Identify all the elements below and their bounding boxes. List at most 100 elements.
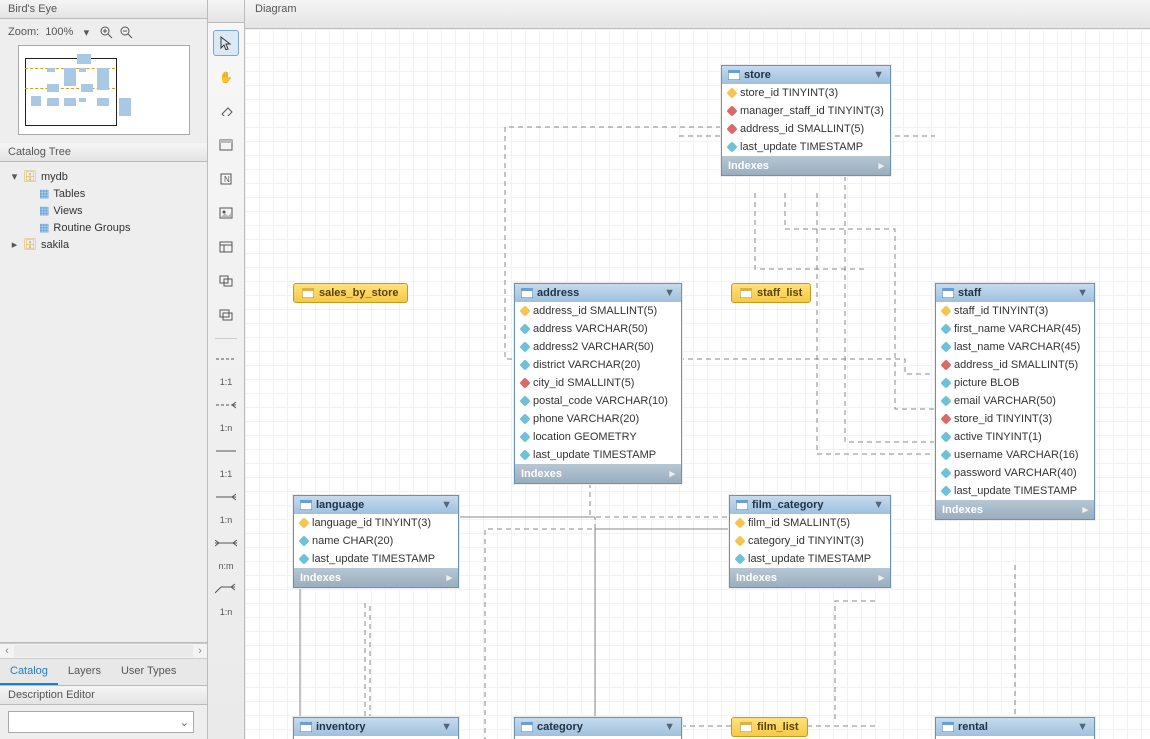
scroll-right-icon[interactable]: › [193, 644, 207, 658]
tool-eraser[interactable] [213, 98, 239, 124]
tool-image[interactable] [213, 200, 239, 226]
view-icon [740, 288, 752, 298]
folder-icon: ▦ [39, 221, 49, 234]
column: name CHAR(20) [312, 535, 393, 547]
zoom-value[interactable]: 100% [45, 26, 73, 38]
tool-rel-1-1-nonid[interactable] [213, 349, 239, 369]
column: picture BLOB [954, 377, 1019, 389]
table-icon [521, 722, 533, 732]
table-icon [942, 722, 954, 732]
tree-hscroll[interactable]: ‹ › [0, 643, 207, 658]
column: store_id TINYINT(3) [740, 87, 838, 99]
tree-item-routine-groups[interactable]: Routine Groups [53, 222, 130, 234]
entity-film-category[interactable]: film_category▼ film_id SMALLINT(5) categ… [729, 495, 891, 588]
tree-twisty-icon[interactable]: ▾ [10, 170, 19, 183]
column: address VARCHAR(50) [533, 323, 648, 335]
indexes-label[interactable]: Indexes [300, 572, 341, 584]
entity-inventory[interactable]: inventory▼ inventory_id MEDIUMINT(8) [293, 717, 459, 739]
column: phone VARCHAR(20) [533, 413, 639, 425]
svg-text:N: N [224, 175, 230, 184]
view-label: sales_by_store [319, 287, 399, 299]
view-icon [302, 288, 314, 298]
tool-hand[interactable]: ✋ [213, 64, 239, 90]
column: last_name VARCHAR(45) [954, 341, 1080, 353]
tree-db-sakila[interactable]: sakila [41, 239, 69, 251]
rel-label: n:m [218, 561, 233, 571]
col-icon [726, 141, 737, 152]
table-icon [728, 70, 740, 80]
collapse-icon[interactable]: ▼ [664, 287, 675, 299]
table-icon [521, 288, 533, 298]
tree-db-mydb[interactable]: mydb [41, 171, 68, 183]
scroll-left-icon[interactable]: ‹ [0, 644, 14, 658]
tool-table[interactable] [213, 234, 239, 260]
column: last_update TIMESTAMP [312, 553, 435, 565]
column: staff_id TINYINT(3) [954, 305, 1048, 317]
collapse-icon[interactable]: ▼ [873, 69, 884, 81]
tool-routine-group[interactable] [213, 302, 239, 328]
description-header: Description Editor [0, 686, 207, 705]
tab-user-types[interactable]: User Types [111, 659, 186, 685]
entity-staff[interactable]: staff▼ staff_id TINYINT(3) first_name VA… [935, 283, 1095, 520]
overview-minimap[interactable] [18, 45, 190, 135]
view-staff-list[interactable]: staff_list [731, 283, 811, 303]
description-select[interactable]: ⌄ [8, 711, 194, 733]
database-icon: 🗄 [23, 238, 37, 251]
indexes-label[interactable]: Indexes [942, 504, 983, 516]
entity-title: category [537, 721, 583, 733]
diagram-canvas[interactable]: store ▼ store_id TINYINT(3) manager_staff… [245, 29, 1150, 739]
table-icon [942, 288, 954, 298]
column: film_id SMALLINT(5) [748, 517, 850, 529]
tab-catalog[interactable]: Catalog [0, 659, 58, 685]
folder-icon: ▦ [39, 204, 49, 217]
indexes-label[interactable]: Indexes [736, 572, 777, 584]
column: username VARCHAR(16) [954, 449, 1079, 461]
tab-layers[interactable]: Layers [58, 659, 111, 685]
entity-title: address [537, 287, 579, 299]
view-sales-by-store[interactable]: sales_by_store [293, 283, 408, 303]
tool-rel-1-n-nonid[interactable] [213, 395, 239, 415]
column: postal_code VARCHAR(10) [533, 395, 668, 407]
chevron-down-icon: ⌄ [180, 716, 189, 729]
catalog-header: Catalog Tree [0, 143, 207, 162]
tool-layer[interactable] [213, 132, 239, 158]
tool-rel-1-n-id[interactable] [213, 487, 239, 507]
indexes-label[interactable]: Indexes [521, 468, 562, 480]
expand-icon[interactable]: ▸ [878, 159, 884, 172]
entity-title: store [744, 69, 771, 81]
catalog-tree[interactable]: ▾🗄mydb ▦Tables ▦Views ▦Routine Groups ▸🗄… [0, 162, 207, 643]
view-label: staff_list [757, 287, 802, 299]
zoom-dropdown-icon[interactable]: ▾ [79, 25, 93, 39]
entity-rental[interactable]: rental▼ rental_id INT(11) [935, 717, 1095, 739]
column: last_update TIMESTAMP [748, 553, 871, 565]
rel-label: 1:n [220, 423, 233, 433]
column: manager_staff_id TINYINT(3) [740, 105, 884, 117]
tree-item-tables[interactable]: Tables [53, 188, 85, 200]
view-film-list[interactable]: film_list [731, 717, 808, 737]
column: store_id TINYINT(3) [954, 413, 1052, 425]
column: active TINYINT(1) [954, 431, 1042, 443]
database-icon: 🗄 [23, 170, 37, 183]
column: email VARCHAR(50) [954, 395, 1056, 407]
tree-item-views[interactable]: Views [53, 205, 82, 217]
rel-label: 1:n [220, 515, 233, 525]
entity-address[interactable]: address▼ address_id SMALLINT(5) address … [514, 283, 682, 484]
zoom-out-icon[interactable] [119, 25, 133, 39]
indexes-label[interactable]: Indexes [728, 160, 769, 172]
tool-rel-n-m[interactable] [213, 533, 239, 553]
fk-icon [726, 123, 737, 134]
entity-category[interactable]: category▼ category_id TINYINT(3) [514, 717, 682, 739]
entity-title: inventory [316, 721, 366, 733]
tool-note[interactable]: N [213, 166, 239, 192]
tool-view[interactable] [213, 268, 239, 294]
zoom-in-icon[interactable] [99, 25, 113, 39]
tool-rel-1-1-id[interactable] [213, 441, 239, 461]
entity-store[interactable]: store ▼ store_id TINYINT(3) manager_staff… [721, 65, 891, 176]
column: location GEOMETRY [533, 431, 637, 443]
entity-title: film_category [752, 499, 824, 511]
tool-pointer[interactable] [213, 30, 239, 56]
view-label: film_list [757, 721, 799, 733]
tree-twisty-icon[interactable]: ▸ [10, 238, 19, 251]
tool-rel-1-n-pick[interactable] [213, 579, 239, 599]
entity-language[interactable]: language▼ language_id TINYINT(3) name CH… [293, 495, 459, 588]
